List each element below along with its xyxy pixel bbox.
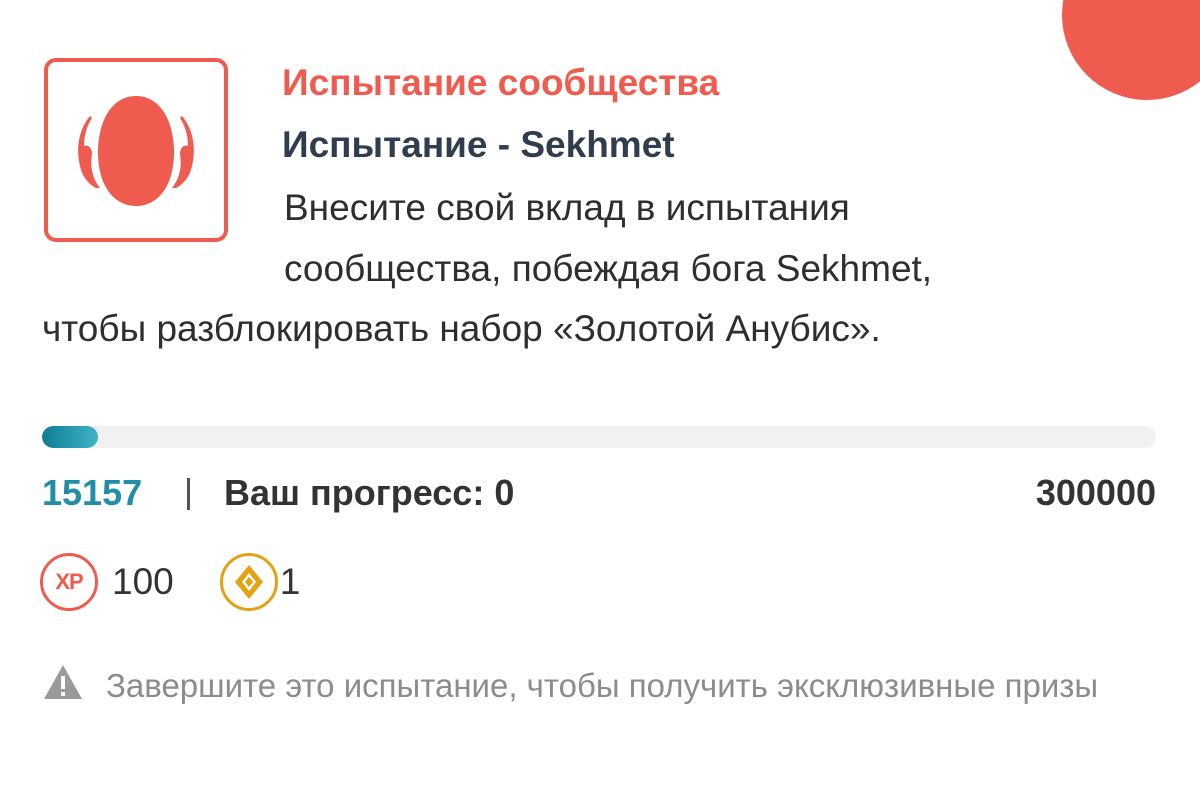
gems-reward-value: 1 [279,561,301,602]
challenge-description-line: Внесите свой вклад в испытания [284,187,850,228]
progress-stats: 15157 Ваш прогресс: 0 300000 [42,472,1156,516]
community-progress-value: 15157 [42,472,143,513]
progress-bar-fill [42,426,99,448]
notice-text: Завершите это испытание, чтобы получить … [106,667,1099,704]
challenge-description-line: чтобы разблокировать набор «Золотой Ануб… [42,308,881,349]
gems-icon [219,553,278,611]
rewards-row: XP 100 1 [40,553,301,611]
challenge-card: Испытание сообщества Испытание - Sekhmet… [0,0,1200,800]
favorite-badge[interactable] [1062,0,1200,100]
god-emblem [44,58,228,242]
progress-bar [42,426,1156,448]
progress-goal: 300000 [1035,472,1156,513]
warning-icon [44,665,82,699]
stat-divider [187,478,190,510]
sekhmet-god-icon [78,96,194,206]
challenge-category: Испытание сообщества [282,62,720,103]
xp-reward-value: 100 [112,561,174,602]
completion-notice: Завершите это испытание, чтобы получить … [42,655,1142,717]
challenge-description-line: сообщества, побеждая бога Sekhmet, [284,248,933,289]
xp-label: XP [55,569,83,594]
xp-icon: XP [40,553,98,611]
challenge-name: Испытание - Sekhmet [282,124,675,165]
star-icon [1156,0,1200,2]
your-progress: Ваш прогресс: 0 [224,472,515,513]
